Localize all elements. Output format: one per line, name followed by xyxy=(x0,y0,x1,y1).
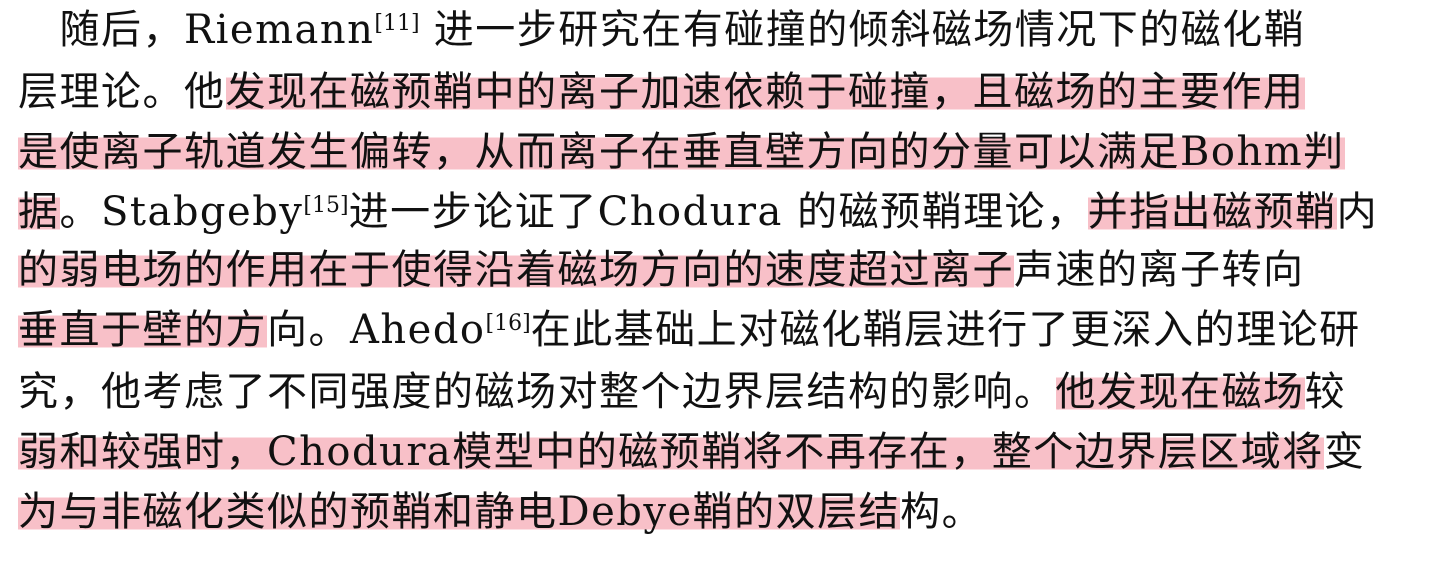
text-line: 垂直于壁的方向。Ahedo[16]在此基础上对磁化鞘层进行了更深入的理论研 xyxy=(18,300,1361,360)
highlighted-text: 他发现在磁场 xyxy=(1055,369,1305,415)
citation-ref: [11] xyxy=(374,11,420,36)
text-line: 层理论。他发现在磁预鞘中的离子加速依赖于碰撞，且磁场的主要作用 xyxy=(18,62,1305,122)
highlighted-text: 弱和较强时，Chodura模型中的磁预鞘将不再存在，整个边界层区域将 xyxy=(18,429,1324,475)
highlighted-text: 并指出磁预鞘 xyxy=(1087,189,1337,235)
text-run: 内 xyxy=(1336,189,1379,235)
text-run: 进一步论证了Chodura 的磁预鞘理论， xyxy=(348,189,1088,235)
text-run: 。Stabgeby xyxy=(59,189,304,235)
highlighted-text: 垂直于壁的方 xyxy=(18,307,267,353)
text-run: 较 xyxy=(1304,369,1346,415)
text-run: 究，他考虑了不同强度的磁场对整个边界层结构的影响。 xyxy=(18,369,1056,415)
text-run: 声速的离子转向 xyxy=(1014,247,1305,293)
text-line: 弱和较强时，Chodura模型中的磁预鞘将不再存在，整个边界层区域将变 xyxy=(18,422,1365,482)
highlighted-text: 为与非磁化类似的预鞘和静电Debye鞘的双层结 xyxy=(18,489,901,535)
text-run: 向。Ahedo xyxy=(267,307,486,353)
text-run: 层理论。他 xyxy=(18,69,226,115)
citation-ref: [15] xyxy=(303,193,349,218)
text-line: 为与非磁化类似的预鞘和静电Debye鞘的双层结构。 xyxy=(18,482,983,542)
text-line: 随后，Riemann[11] 进一步研究在有碰撞的倾斜磁场情况下的磁化鞘 xyxy=(18,0,1305,60)
text-line: 是使离子轨道发生偏转，从而离子在垂直壁方向的分量可以满足Bohm判 xyxy=(18,122,1345,182)
text-run: 随后，Riemann xyxy=(18,7,375,53)
highlighted-text: 发现在磁预鞘中的离子加速依赖于碰撞，且磁场的主要作用 xyxy=(225,69,1305,115)
highlighted-text: 据 xyxy=(18,189,60,235)
text-run: 在此基础上对磁化鞘层进行了更深入的理论研 xyxy=(530,307,1361,353)
text-line: 据。Stabgeby[15]进一步论证了Chodura 的磁预鞘理论，并指出磁预… xyxy=(18,182,1378,242)
text-run: 构。 xyxy=(900,489,984,535)
text-run: 进一步研究在有碰撞的倾斜磁场情况下的磁化鞘 xyxy=(419,7,1306,53)
text-line: 的弱电场的作用在于使得沿着磁场方向的速度超过离子声速的离子转向 xyxy=(18,240,1305,300)
text-line: 究，他考虑了不同强度的磁场对整个边界层结构的影响。他发现在磁场较 xyxy=(18,362,1346,422)
text-run: 变 xyxy=(1323,429,1366,475)
highlighted-text: 的弱电场的作用在于使得沿着磁场方向的速度超过离子 xyxy=(18,247,1014,293)
highlighted-text: 是使离子轨道发生偏转，从而离子在垂直壁方向的分量可以满足Bohm判 xyxy=(18,129,1345,175)
citation-ref: [16] xyxy=(485,311,531,336)
